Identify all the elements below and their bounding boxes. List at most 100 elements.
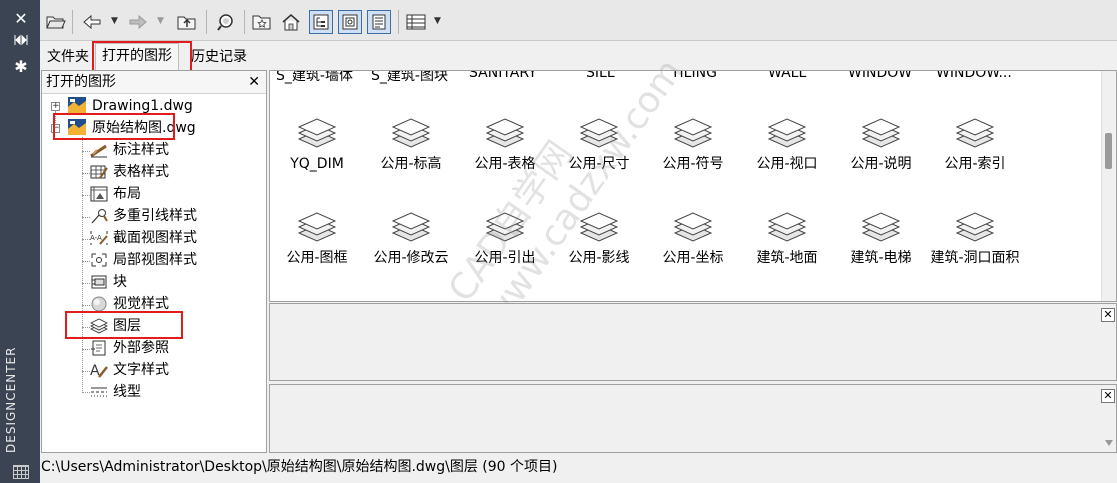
layer-icon — [767, 212, 807, 242]
views-icon[interactable] — [404, 10, 428, 34]
layer-item[interactable]: 公用-图框 — [270, 209, 364, 267]
tree-item-label: 布局 — [113, 186, 141, 202]
layer-item[interactable]: 公用-说明 — [834, 115, 928, 173]
description-pane — [269, 384, 1117, 453]
tree-item-detail-view[interactable]: 局部视图样式 — [90, 250, 260, 270]
scrollbar-thumb[interactable] — [1105, 133, 1112, 169]
layer-icon — [767, 118, 807, 148]
layer-item[interactable]: 公用-引出 — [458, 209, 552, 267]
tree-item-layer[interactable]: 图层 — [90, 316, 260, 336]
tree-item-block[interactable]: 块 — [90, 272, 260, 292]
tree-item-drawing1[interactable]: + Drawing1.dwg — [42, 96, 264, 116]
layer-label[interactable]: SILL — [586, 71, 615, 81]
close-icon[interactable]: ✕ — [248, 71, 260, 93]
home-icon[interactable] — [279, 10, 303, 34]
layer-label[interactable]: S_建筑-图块 — [371, 71, 448, 85]
tree-item-section-view[interactable]: A-A 截面视图样式 — [90, 228, 260, 248]
close-icon[interactable]: ✕ — [11, 10, 31, 28]
tree-item-xref[interactable]: 外部参照 — [90, 338, 260, 358]
layer-label[interactable]: WINDOW — [848, 71, 912, 81]
designcenter-side-strip: ✕ ✱ DESIGNCENTER — [0, 0, 40, 483]
layer-label: 公用-修改云 — [373, 250, 449, 266]
layer-icon — [297, 118, 337, 148]
status-bar: C:\Users\Administrator\Desktop\原始结构图\原始结… — [40, 456, 1117, 483]
layer-item[interactable]: 公用-修改云 — [364, 209, 458, 267]
layer-label[interactable]: TILING — [671, 71, 717, 81]
grid-icon[interactable] — [13, 465, 29, 479]
back-arrow-icon[interactable] — [80, 10, 104, 34]
layer-item[interactable]: 公用-视口 — [740, 115, 834, 173]
tab-open-drawings[interactable]: 打开的图形 — [95, 43, 179, 70]
layer-icon — [861, 118, 901, 148]
expand-icon[interactable]: + — [51, 102, 60, 111]
layer-label: 公用-图框 — [286, 250, 348, 266]
layer-item[interactable]: 公用-表格 — [458, 115, 552, 173]
tree-item-layout[interactable]: 布局 — [90, 184, 260, 204]
toolbar: ▼ ▼ ▼ — [40, 0, 1117, 41]
layer-item[interactable]: 公用-标高 — [364, 115, 458, 173]
layer-label: 公用-视口 — [756, 156, 818, 172]
tree-item-textstyle[interactable]: A 文字样式 — [90, 360, 260, 380]
tree-item-original-structure[interactable]: − 原始结构图.dwg — [42, 118, 264, 138]
layer-item[interactable]: 建筑-洞口面积 — [928, 209, 1022, 267]
close-icon[interactable]: ✕ — [1101, 389, 1115, 403]
tree-item-dimstyle[interactable]: 标注样式 — [90, 140, 260, 160]
layer-item[interactable]: 建筑-地面 — [740, 209, 834, 267]
properties-icon[interactable]: ✱ — [11, 58, 31, 76]
layer-icon — [955, 118, 995, 148]
layer-item[interactable]: 建筑-电梯 — [834, 209, 928, 267]
detail-view-icon — [91, 253, 107, 267]
layer-icon — [579, 212, 619, 242]
back-dropdown-icon[interactable]: ▼ — [111, 16, 118, 26]
forward-dropdown-icon[interactable]: ▼ — [157, 16, 164, 26]
tree-item-label: 局部视图样式 — [113, 252, 197, 268]
xref-icon — [91, 340, 106, 356]
tab-folders[interactable]: 文件夹 — [47, 46, 89, 68]
tab-history[interactable]: 历史记录 — [191, 46, 247, 68]
tree-item-tablestyle[interactable]: 表格样式 — [90, 162, 260, 182]
layer-item[interactable]: 公用-符号 — [646, 115, 740, 173]
layer-label[interactable]: SANITARY — [469, 71, 537, 81]
layer-icon — [391, 118, 431, 148]
search-icon[interactable] — [214, 10, 238, 34]
tree-item-mleader[interactable]: 多重引线样式 — [90, 206, 260, 226]
tree-item-label: 线型 — [113, 384, 141, 400]
content-scrollbar[interactable] — [1101, 71, 1116, 301]
close-icon[interactable]: ✕ — [1101, 308, 1115, 322]
views-dropdown-icon[interactable]: ▼ — [434, 16, 441, 26]
description-icon[interactable] — [367, 10, 391, 34]
layer-label: 公用-索引 — [944, 156, 1006, 172]
tree-header: 打开的图形 ✕ — [42, 71, 266, 94]
layer-icon — [861, 212, 901, 242]
tree-item-visualstyle[interactable]: 视觉样式 — [90, 294, 260, 314]
tree-item-label: Drawing1.dwg — [92, 98, 193, 114]
open-folder-icon[interactable] — [44, 10, 68, 34]
layer-item[interactable]: 公用-影线 — [552, 209, 646, 267]
tree-toggle-icon[interactable] — [309, 10, 333, 34]
layer-item[interactable]: 公用-索引 — [928, 115, 1022, 173]
textstyle-icon: A — [90, 363, 108, 378]
tree-item-linetype[interactable]: 线型 — [90, 382, 260, 402]
tree-item-label: 截面视图样式 — [113, 230, 197, 246]
dwg-file-icon — [68, 119, 86, 135]
svg-text:A-A: A-A — [90, 234, 102, 242]
layer-label[interactable]: WINDOW... — [936, 71, 1012, 81]
tree-item-label: 多重引线样式 — [113, 208, 197, 224]
tree-item-label: 原始结构图.dwg — [92, 120, 196, 136]
layer-icon — [391, 212, 431, 242]
layer-icon — [955, 212, 995, 242]
autohide-icon[interactable] — [11, 34, 31, 52]
layer-label[interactable]: WALL — [768, 71, 806, 81]
layer-item[interactable]: YQ_DIM — [270, 115, 364, 173]
layer-icon — [579, 118, 619, 148]
layer-item[interactable]: 公用-坐标 — [646, 209, 740, 267]
layer-item[interactable]: 公用-尺寸 — [552, 115, 646, 173]
collapse-icon[interactable]: − — [51, 124, 60, 133]
preview-icon[interactable] — [338, 10, 362, 34]
layer-label: 公用-符号 — [662, 156, 724, 172]
favorites-icon[interactable] — [250, 10, 274, 34]
scroll-down-icon[interactable] — [1105, 439, 1113, 447]
up-folder-icon[interactable] — [175, 10, 199, 34]
layer-label[interactable]: S_建筑-墙体 — [276, 71, 353, 85]
forward-arrow-icon[interactable] — [126, 10, 150, 34]
